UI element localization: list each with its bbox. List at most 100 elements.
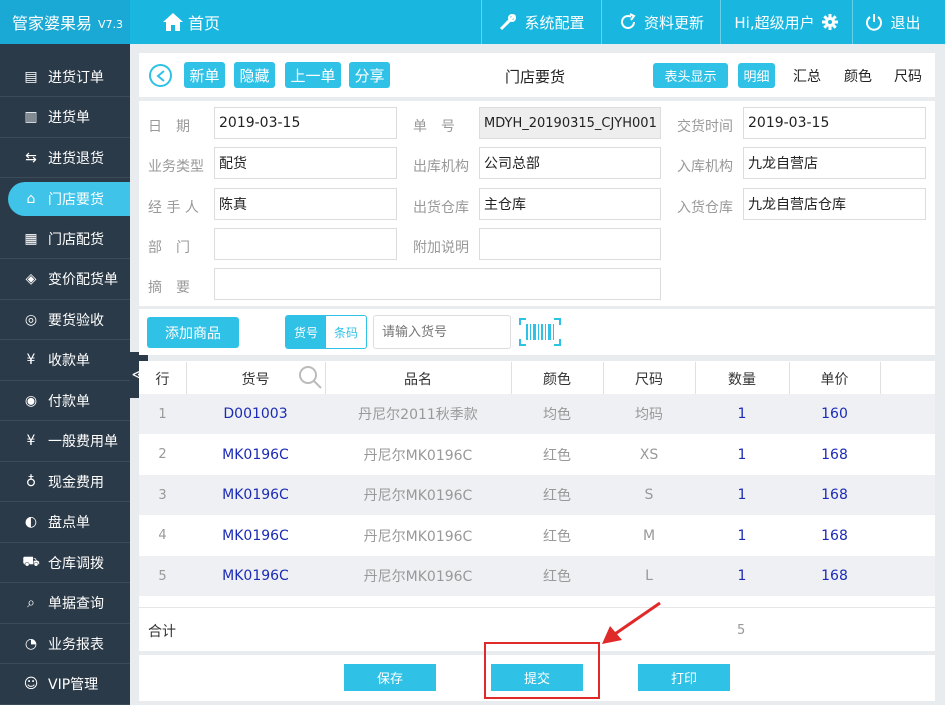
money-bag-icon: ♁ <box>25 473 37 490</box>
share-button[interactable]: 分享 <box>349 62 390 88</box>
handler-label: 经 手 人 <box>148 200 199 216</box>
return-icon: ⇆ <box>25 149 37 166</box>
product-search-input[interactable] <box>373 315 511 349</box>
handler-field[interactable]: 陈真 <box>214 188 397 220</box>
sidebar-item[interactable]: ☺ VIP管理 <box>0 665 130 705</box>
logout-label: 退出 <box>890 13 921 32</box>
column-search-button[interactable] <box>297 364 323 390</box>
sidebar-item[interactable]: ◈ 变价配货单 <box>0 260 130 300</box>
sidebar-item[interactable]: ⇆ 进货退货 <box>0 138 130 178</box>
sidebar-item-label: 变价配货单 <box>48 272 118 288</box>
table-cell-qty: 1 <box>737 487 747 503</box>
sidebar-item[interactable]: ◎ 要货验收 <box>0 300 130 340</box>
delivery-time-field[interactable]: 2019-03-15 <box>743 107 926 139</box>
in-org-field[interactable]: 九龙自营店 <box>743 147 926 179</box>
in-org-label: 入库机构 <box>677 159 733 175</box>
print-button[interactable]: 打印 <box>638 664 730 691</box>
column-divider <box>186 362 187 396</box>
sidebar-item[interactable]: ▤ 进货订单 <box>0 57 130 97</box>
add-product-button[interactable]: 添加商品 <box>147 317 239 348</box>
sidebar-item[interactable]: ¥ 收款单 <box>0 341 130 381</box>
sidebar-item[interactable]: ◉ 付款单 <box>0 381 130 421</box>
yen-icon: ¥ <box>26 433 36 449</box>
out-org-field[interactable]: 公司总部 <box>479 147 661 179</box>
sidebar-item[interactable]: ⌕ 单据查询 <box>0 584 130 624</box>
system-config-button[interactable]: 系统配置 <box>481 0 601 44</box>
sidebar-item[interactable]: ▥ 进货单 <box>0 98 130 138</box>
home-icon <box>163 13 183 31</box>
memo-field[interactable] <box>214 268 661 300</box>
in-warehouse-field[interactable]: 九龙自营店仓库 <box>743 188 926 220</box>
home-link[interactable]: 首页 <box>162 0 220 44</box>
distribution-icon: ▦ <box>24 230 38 247</box>
table-cell-size: XS <box>639 446 659 463</box>
app-version: V7.3 <box>98 17 124 31</box>
table-row[interactable]: 2 MK0196C 丹尼尔MK0196C 红色 XS 1 168 <box>139 435 935 475</box>
order-icon: ▤ <box>24 68 38 85</box>
mode-item-code[interactable]: 货号 <box>286 316 326 348</box>
store-icon: ⌂ <box>26 190 36 207</box>
sidebar-item[interactable]: ◔ 业务报表 <box>0 624 130 664</box>
new-order-button[interactable]: 新单 <box>184 62 225 88</box>
header-display-button[interactable]: 表头显示 <box>653 63 728 88</box>
column-divider <box>880 362 881 396</box>
power-icon <box>866 14 883 31</box>
data-update-button[interactable]: 资料更新 <box>601 0 720 44</box>
app-brand: 管家婆果易 V7.3 <box>0 0 130 44</box>
save-button[interactable]: 保存 <box>344 664 436 691</box>
annotation-arrow <box>602 601 661 644</box>
prev-order-button[interactable]: 上一单 <box>285 62 341 88</box>
biz-type-label: 业务类型 <box>148 159 204 175</box>
extra-note-field[interactable] <box>479 228 661 260</box>
user-menu[interactable]: Hi,超级用户 <box>720 0 852 44</box>
size-view-button[interactable]: 尺码 <box>894 66 922 86</box>
order-number-label: 单 号 <box>413 119 455 135</box>
column-divider <box>695 362 696 396</box>
table-divider <box>139 607 935 608</box>
barcode-scan-button[interactable] <box>519 318 561 346</box>
date-label: 日 期 <box>148 119 190 135</box>
table-row[interactable]: 3 MK0196C 丹尼尔MK0196C 红色 S 1 168 <box>139 475 935 515</box>
back-button[interactable] <box>149 64 172 87</box>
sidebar-item-label: 收款单 <box>48 353 90 369</box>
sidebar-item[interactable]: ⌂ 门店要货 <box>8 181 130 216</box>
sidebar-item[interactable]: ♁ 现金费用 <box>0 462 130 502</box>
logout-button[interactable]: 退出 <box>852 0 932 44</box>
table-cell-qty: 1 <box>737 446 747 463</box>
column-header: 单价 <box>820 372 849 388</box>
total-label: 合计 <box>148 624 176 640</box>
out-warehouse-label: 出货仓库 <box>413 200 469 216</box>
summary-view-button[interactable]: 汇总 <box>793 66 821 86</box>
table-cell-size: 均码 <box>635 407 663 423</box>
sidebar-item[interactable]: ¥ 一般费用单 <box>0 422 130 462</box>
table-cell-price: 168 <box>821 527 848 544</box>
color-view-button[interactable]: 颜色 <box>844 66 872 86</box>
detail-view-button[interactable]: 明细 <box>738 63 775 88</box>
delivery-time-label: 交货时间 <box>677 119 733 135</box>
table-row[interactable]: 5 MK0196C 丹尼尔MK0196C 红色 L 1 168 <box>139 556 935 596</box>
top-bar: 管家婆果易 V7.3 首页 系统配置 资料更新 Hi,超级用户 退出 <box>0 0 945 44</box>
sidebar-item[interactable]: ◐ 盘点单 <box>0 503 130 543</box>
table-cell-qty: 1 <box>737 406 747 422</box>
sidebar-item[interactable]: ▦ 门店配货 <box>0 219 130 259</box>
system-config-label: 系统配置 <box>524 13 585 32</box>
table-row[interactable]: 4 MK0196C 丹尼尔MK0196C 红色 M 1 168 <box>139 516 935 556</box>
sidebar-item-label: 单据查询 <box>48 596 104 612</box>
hide-button[interactable]: 隐藏 <box>234 62 275 88</box>
table-cell-idx: 1 <box>158 406 167 422</box>
memo-label: 摘 要 <box>148 280 190 296</box>
inspect-icon: ◎ <box>24 311 38 328</box>
submit-highlight-box <box>484 642 600 699</box>
department-field[interactable] <box>214 228 397 260</box>
table-cell-code: MK0196C <box>222 527 289 544</box>
mode-barcode[interactable]: 条码 <box>326 316 366 348</box>
column-header: 行 <box>155 372 170 388</box>
sidebar-item[interactable]: ⛟ 仓库调拨 <box>0 543 130 583</box>
column-divider <box>603 362 604 396</box>
inventory-icon: ◐ <box>24 514 38 530</box>
table-row[interactable]: 1 D001003 丹尼尔2011秋季款 均色 均码 1 160 <box>139 394 935 434</box>
biz-type-field[interactable]: 配货 <box>214 147 397 179</box>
column-header: 品名 <box>404 372 432 388</box>
out-warehouse-field[interactable]: 主仓库 <box>479 188 661 220</box>
date-field[interactable]: 2019-03-15 <box>214 107 397 139</box>
